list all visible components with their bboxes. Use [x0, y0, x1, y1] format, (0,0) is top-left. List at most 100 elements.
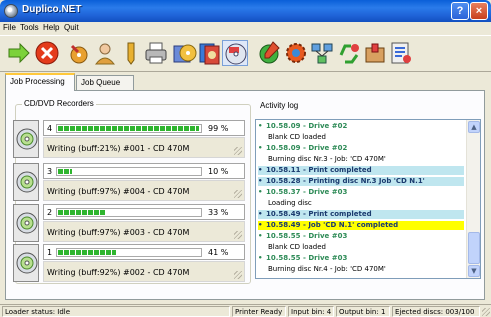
- resize-grip: [234, 190, 242, 198]
- recorder-row: 2 33 % Writing (buff:97%) #003 - CD 470M: [13, 204, 245, 242]
- close-button[interactable]: ×: [470, 2, 488, 20]
- window-title: Duplico.NET: [22, 4, 82, 15]
- log-bullet-icon: •: [258, 221, 263, 229]
- settings-icon[interactable]: [388, 40, 414, 66]
- recycle-icon[interactable]: [336, 40, 362, 66]
- log-text: Burning disc Nr.4 - Job: 'CD 470M': [268, 265, 386, 273]
- recorder-percent: 33 %: [208, 208, 229, 217]
- log-text: 10.58.09 - Drive #02: [266, 144, 348, 152]
- log-line: • 10.58.37 - Drive #03: [258, 188, 464, 197]
- input-bin-status: Input bin: 4: [288, 306, 334, 317]
- log-line: • 10.58.11 - Print completed: [258, 166, 464, 175]
- log-line: Loading disc: [268, 199, 474, 208]
- log-text: 10.58.49 - Job 'CD N.1' completed: [266, 221, 399, 229]
- menu-tools[interactable]: Tools: [20, 23, 39, 32]
- recorder-number: 1: [47, 248, 53, 257]
- network-icon[interactable]: [309, 40, 335, 66]
- recorder-progress-row: 1 41 %: [43, 244, 245, 260]
- recorder-job: #002 - CD 470M: [123, 268, 190, 277]
- log-line: Burning disc Nr.3 - Job: 'CD 470M': [268, 155, 474, 164]
- recorder-progress-fill: [58, 169, 72, 174]
- package-icon[interactable]: [362, 40, 388, 66]
- scroll-down-button[interactable]: ▼: [468, 265, 480, 277]
- tab-job-queue[interactable]: Job Queue: [76, 75, 134, 90]
- recorder-row: 4 99 % Writing (buff:21%) #001 - CD 470M: [13, 120, 245, 158]
- log-text: 10.58.09 - Drive #02: [266, 122, 348, 130]
- gear-icon[interactable]: [283, 40, 309, 66]
- cd-drive-icon[interactable]: [13, 163, 39, 201]
- log-line: • 10.58.55 - Drive #03: [258, 232, 464, 241]
- burn-settings-icon[interactable]: [66, 40, 92, 66]
- app-disc-icon: [4, 4, 18, 18]
- go-arrow-icon[interactable]: [6, 40, 32, 66]
- log-line: • 10.58.09 - Drive #02: [258, 122, 464, 131]
- resize-grip[interactable]: [482, 308, 490, 316]
- log-line: • 10.58.55 - Drive #03: [258, 254, 464, 263]
- recorder-job: #001 - CD 470M: [123, 144, 190, 153]
- tab-job-processing[interactable]: Job Processing: [5, 73, 75, 91]
- toolbar: [0, 35, 491, 72]
- scroll-thumb[interactable]: [468, 232, 480, 264]
- menu-quit[interactable]: Quit: [64, 23, 79, 32]
- log-text: 10.58.49 - Print completed: [266, 210, 372, 218]
- log-text: Blank CD loaded: [268, 243, 326, 251]
- recorder-status: Writing (buff:97%): [47, 228, 121, 237]
- recorder-progress-row: 3 10 %: [43, 163, 245, 179]
- cd-drive-icon[interactable]: [13, 204, 39, 242]
- stop-icon[interactable]: [34, 40, 60, 66]
- recorder-number: 4: [47, 124, 53, 133]
- pen-icon[interactable]: [118, 40, 144, 66]
- recorder-percent: 99 %: [208, 124, 229, 133]
- menu-file[interactable]: File: [3, 23, 16, 32]
- recorder-number: 2: [47, 208, 53, 217]
- recorder-status-row: Writing (buff:97%) #003 - CD 470M: [43, 221, 245, 242]
- help-button[interactable]: ?: [451, 2, 469, 20]
- recorder-job: #004 - CD 470M: [123, 187, 190, 196]
- log-line: • 10.58.49 - Print completed: [258, 210, 464, 219]
- log-bullet-icon: •: [258, 254, 263, 262]
- recorder-progress-row: 2 33 %: [43, 204, 245, 220]
- recorder-job: #003 - CD 470M: [123, 228, 190, 237]
- pencil-disc-icon[interactable]: [257, 40, 283, 66]
- recorders-group-title: CD/DVD Recorders: [22, 99, 96, 108]
- recorder-status: Writing (buff:92%): [47, 268, 121, 277]
- recorder-progress-bar: [56, 208, 202, 217]
- recorder-progress-bar: [56, 248, 202, 257]
- log-line: Blank CD loaded: [268, 243, 474, 252]
- recorder-progress-fill: [58, 210, 105, 215]
- log-text: 10.58.55 - Drive #03: [266, 254, 348, 262]
- recorder-status-row: Writing (buff:97%) #004 - CD 470M: [43, 180, 245, 201]
- recorder-row: 3 10 % Writing (buff:97%) #004 - CD 470M: [13, 163, 245, 201]
- disc-print-icon[interactable]: [172, 40, 198, 66]
- recorder-progress-bar: [56, 124, 202, 133]
- recorder-status: Writing (buff:97%): [47, 187, 121, 196]
- activity-log[interactable]: • 10.58.09 - Drive #02 Blank CD loaded • 10.…: [255, 119, 481, 279]
- user-icon[interactable]: [92, 40, 118, 66]
- cd-drive-icon[interactable]: [13, 120, 39, 158]
- log-text: 10.58.11 - Print completed: [266, 166, 372, 174]
- ejected-discs-status: Ejected discs: 003/100: [392, 306, 480, 317]
- menu-help[interactable]: Help: [43, 23, 59, 32]
- cd-drive-icon[interactable]: [13, 244, 39, 282]
- log-bullet-icon: •: [258, 177, 263, 185]
- recorder-status-row: Writing (buff:21%) #001 - CD 470M: [43, 137, 245, 158]
- recorder-progress-fill: [58, 126, 199, 131]
- log-text: Blank CD loaded: [268, 133, 326, 141]
- log-line: • 10.58.28 - Printing disc Nr.3 Job 'CD N…: [258, 177, 464, 186]
- log-bullet-icon: •: [258, 166, 263, 174]
- recorder-number: 3: [47, 167, 53, 176]
- recorder-status: Writing (buff:21%): [47, 144, 121, 153]
- recorder-percent: 41 %: [208, 248, 229, 257]
- scroll-up-button[interactable]: ▲: [468, 121, 480, 133]
- disc-stack-icon[interactable]: [197, 40, 223, 66]
- menu-bar: File Tools Help Quit: [0, 22, 491, 35]
- log-line: Blank CD loaded: [268, 133, 474, 142]
- log-bullet-icon: •: [258, 210, 263, 218]
- printer-icon[interactable]: [143, 40, 169, 66]
- recorder-row: 1 41 % Writing (buff:92%) #002 - CD 470M: [13, 244, 245, 282]
- activity-log-title: Activity log: [258, 101, 301, 110]
- log-scrollbar[interactable]: ▲ ▼: [466, 120, 480, 278]
- resize-grip: [234, 231, 242, 239]
- disc-label-icon[interactable]: [222, 40, 248, 66]
- log-bullet-icon: •: [258, 144, 263, 152]
